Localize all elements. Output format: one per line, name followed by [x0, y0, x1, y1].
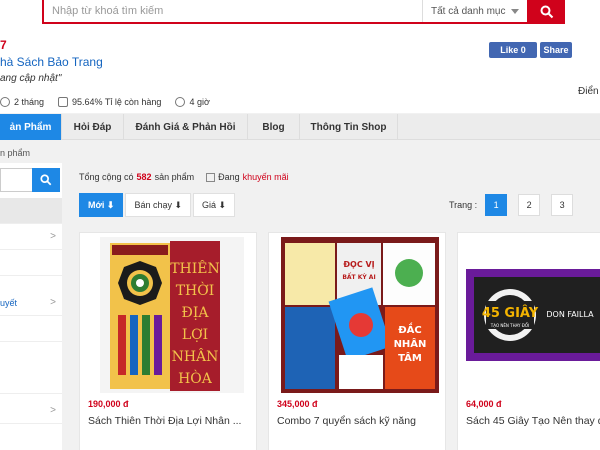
cover-text-line: 45 GIÂY [482, 305, 539, 321]
product-total: Tổng cộng có 582 sản phẩm Đang khuyến mã… [79, 172, 289, 182]
page-button[interactable]: 3 [551, 194, 574, 216]
search-button[interactable] [529, 0, 565, 24]
sidebar-item[interactable] [0, 316, 62, 342]
cover-text-line: HÒA [178, 369, 213, 387]
product-title[interactable]: Sách Thiên Thời Địa Lợi Nhân ... [88, 415, 254, 427]
product-listing: Tổng cộng có 582 sản phẩm Đang khuyến mã… [74, 163, 600, 450]
shop-location: Điển [578, 86, 599, 97]
cover-text-line: BẤT KỲ AI [342, 273, 375, 281]
sidebar-search-button[interactable] [32, 168, 60, 192]
sidebar-item[interactable] [0, 368, 62, 394]
sort-bestseller-button[interactable]: Bán chạy ⬇ [125, 193, 192, 217]
product-card[interactable]: 45 GIÂY TẠO NÊN THAY ĐỔI DON FAILLA 64,0… [457, 232, 600, 450]
cover-text-line: DON FAILLA [546, 310, 594, 319]
sidebar-search [0, 168, 60, 192]
product-title[interactable]: Combo 7 quyển sách kỹ năng [277, 415, 443, 427]
cover-text-line: THIÊN [170, 259, 220, 277]
total-suffix: sản phẩm [154, 172, 195, 182]
clock-icon [0, 97, 10, 107]
search-icon [540, 5, 554, 19]
promo-prefix: Đang [218, 172, 240, 182]
cover-text-line: ĐỊA [182, 305, 210, 321]
stat-response-time: 4 giờ [175, 97, 210, 107]
sidebar-item[interactable]: uyết > [0, 290, 62, 316]
page-button[interactable]: 1 [485, 194, 508, 216]
shop-header: 7 hà Sách Bảo Trang ang cập nhật" 2 thán… [0, 28, 600, 113]
sidebar-item[interactable] [0, 198, 62, 224]
cover-text-line: ĐỌC VỊ [343, 260, 374, 269]
stat-stock-rate-text: 95.64% Tỉ lệ còn hàng [72, 97, 162, 107]
tab-products[interactable]: ản Phẩm [0, 114, 62, 140]
cover-text-line: TẠO NÊN THAY ĐỔI [490, 323, 529, 328]
sidebar-item[interactable] [0, 250, 62, 276]
chevron-right-icon: > [50, 231, 56, 242]
time-icon [175, 97, 186, 107]
shop-tabs: ản Phẩm Hỏi Đáp Đánh Giá & Phản Hồi Blog… [0, 114, 600, 140]
tab-qa[interactable]: Hỏi Đáp [62, 114, 124, 140]
sidebar-item[interactable]: > [0, 224, 62, 250]
book-bundle-image: ĐỌC VỊ BẤT KỲ AI ĐẮC NHÂN TÂM [281, 237, 439, 393]
facebook-share-button[interactable]: Share [540, 42, 572, 58]
cover-text-line: TÂM [398, 351, 422, 364]
shop-name[interactable]: hà Sách Bảo Trang [0, 55, 103, 69]
product-card[interactable]: THIÊN THỜI ĐỊA LỢI NHÂN HÒA 190,000 đ Sá… [79, 232, 257, 450]
total-count: 582 [136, 172, 152, 182]
cover-text-line: NHÂN [394, 337, 427, 350]
chevron-right-icon: > [50, 297, 56, 308]
tab-shop-info[interactable]: Thông Tin Shop [300, 114, 398, 140]
total-prefix: Tổng cộng có [79, 172, 134, 182]
pagination-label: Trang : [449, 200, 478, 210]
sort-bar: Mới ⬇ Bán chạy ⬇ Giá ⬇ [79, 193, 237, 217]
product-image[interactable]: THIÊN THỜI ĐỊA LỢI NHÂN HÒA [100, 237, 244, 393]
book-cover-image: 45 GIÂY TẠO NÊN THAY ĐỔI DON FAILLA [466, 237, 600, 393]
shop-stats: 2 tháng 95.64% Tỉ lệ còn hàng 4 giờ [0, 97, 224, 107]
category-select[interactable]: Tất cả danh mục [422, 0, 527, 22]
cover-text-line: LỢI [182, 327, 208, 343]
pagination: Trang : 1 2 3 [449, 194, 584, 216]
product-image[interactable]: 45 GIÂY TẠO NÊN THAY ĐỔI DON FAILLA [466, 237, 600, 393]
product-image[interactable]: ĐỌC VỊ BẤT KỲ AI ĐẮC NHÂN TÂM [281, 237, 439, 393]
product-card[interactable]: ĐỌC VỊ BẤT KỲ AI ĐẮC NHÂN TÂM 345,000 đ … [268, 232, 446, 450]
sidebar-item-label: uyết [0, 297, 18, 308]
promo-checkbox[interactable] [206, 172, 216, 182]
sidebar-search-input[interactable] [0, 168, 32, 192]
shop-logo-mark: 7 [0, 38, 7, 52]
stat-joined-text: 2 tháng [14, 97, 45, 107]
tab-reviews[interactable]: Đánh Giá & Phản Hồi [124, 114, 248, 140]
tab-blog[interactable]: Blog [248, 114, 300, 140]
chevron-right-icon: > [50, 405, 56, 416]
product-title[interactable]: Sách 45 Giây Tạo Nên thay đổi [466, 415, 600, 427]
box-icon [58, 97, 69, 107]
chevron-down-icon [511, 8, 519, 14]
breadcrumb: n phẩm [0, 148, 31, 158]
stat-joined: 2 tháng [0, 97, 44, 107]
page-button[interactable]: 2 [518, 194, 541, 216]
product-price: 190,000 đ [88, 399, 129, 409]
stat-stock-rate: 95.64% Tỉ lệ còn hàng [58, 97, 161, 107]
product-price: 64,000 đ [466, 399, 502, 409]
product-price: 345,000 đ [277, 399, 318, 409]
category-sidebar: > uyết > > [0, 163, 62, 450]
stat-response-time-text: 4 giờ [189, 97, 210, 107]
promo-label: khuyến mãi [242, 172, 289, 182]
category-select-label: Tất cả danh mục [431, 5, 506, 17]
cover-text-line: NHÂN [172, 347, 219, 365]
search-box: Tất cả danh mục [42, 0, 529, 24]
top-bar: Tất cả danh mục [0, 0, 600, 28]
search-icon [40, 174, 52, 186]
sidebar-item[interactable]: > [0, 398, 62, 424]
cover-text-line: THỜI [176, 281, 215, 299]
search-input[interactable] [44, 0, 422, 22]
shop-slogan: ang cập nhật" [0, 73, 62, 84]
book-cover-image: THIÊN THỜI ĐỊA LỢI NHÂN HÒA [100, 237, 244, 393]
sort-price-button[interactable]: Giá ⬇ [193, 193, 236, 217]
facebook-like-button[interactable]: Like 0 [489, 42, 537, 58]
sort-newest-button[interactable]: Mới ⬇ [79, 193, 124, 217]
